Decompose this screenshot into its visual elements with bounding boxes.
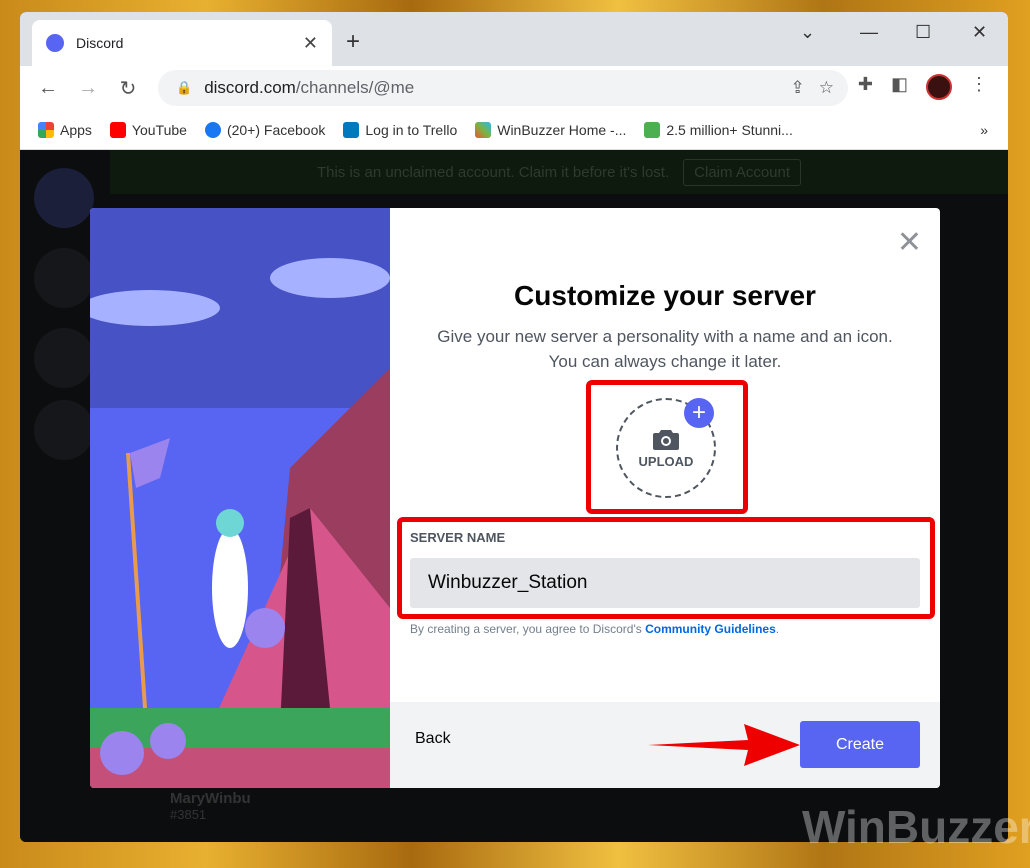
minimize-icon[interactable]: — — [860, 22, 878, 43]
add-icon[interactable]: + — [684, 398, 714, 428]
address-bar: ← → ↻ 🔒 discord.com/channels/@me ⇪ ☆ ✚ ◧ ⋮ — [20, 66, 1008, 110]
user-panel: MaryWinbu #3851 — [170, 790, 251, 822]
url-domain: discord.com — [204, 78, 296, 97]
pexels-icon — [644, 121, 661, 138]
new-tab-icon[interactable]: + — [346, 28, 360, 56]
tab-title: Discord — [76, 35, 124, 51]
upload-label: UPLOAD — [638, 453, 694, 469]
star-icon[interactable]: ☆ — [819, 78, 834, 98]
banner-text: This is an unclaimed account. Claim it b… — [316, 163, 670, 181]
download-icon[interactable] — [34, 400, 94, 460]
claim-account-button[interactable]: Claim Account — [683, 158, 802, 186]
url-input[interactable]: 🔒 discord.com/channels/@me ⇪ ☆ — [158, 70, 848, 106]
share-icon[interactable]: ⇪ — [791, 78, 805, 98]
customize-server-modal: ✕ Customize your server Give your new se… — [90, 208, 940, 788]
discord-home-icon[interactable] — [34, 168, 94, 228]
close-modal-icon[interactable]: ✕ — [897, 228, 922, 258]
bookmark-facebook[interactable]: (20+) Facebook — [204, 121, 325, 138]
winbuzzer-icon — [475, 121, 492, 138]
bookmark-apps[interactable]: Apps — [38, 121, 92, 138]
camera-icon — [653, 429, 679, 450]
back-button[interactable]: Back — [415, 730, 451, 748]
profile-avatar[interactable] — [926, 74, 952, 100]
server-illustration — [90, 208, 390, 788]
create-button[interactable]: Create — [800, 721, 920, 768]
menu-icon[interactable]: ⋮ — [970, 74, 988, 100]
bookmark-pexels[interactable]: 2.5 million+ Stunni... — [644, 121, 793, 138]
url-path: /channels/@me — [295, 78, 415, 97]
maximize-icon[interactable]: ☐ — [915, 22, 931, 43]
reload-icon[interactable]: ↻ — [108, 76, 148, 101]
terms-text: By creating a server, you agree to Disco… — [410, 622, 780, 636]
bookmark-youtube[interactable]: YouTube — [109, 121, 187, 138]
community-guidelines-link[interactable]: Community Guidelines — [645, 622, 776, 636]
bookmarks-bar: Apps YouTube (20+) Facebook Log in to Tr… — [20, 110, 1008, 150]
close-tab-icon[interactable]: ✕ — [303, 33, 318, 54]
explore-icon[interactable] — [34, 328, 94, 388]
tab-discord[interactable]: Discord ✕ — [32, 20, 332, 66]
modal-subtitle: Give your new server a personality with … — [437, 327, 893, 371]
modal-title: Customize your server — [514, 280, 816, 311]
winbuzzer-watermark: WinBuzzer — [802, 801, 1030, 853]
discord-favicon-icon — [46, 34, 64, 52]
extensions-icon[interactable]: ✚ — [858, 74, 873, 100]
bookmark-winbuzzer[interactable]: WinBuzzer Home -... — [475, 121, 626, 138]
more-bookmarks-button[interactable]: » — [980, 122, 988, 138]
side-panel-icon[interactable]: ◧ — [891, 74, 908, 100]
youtube-icon — [109, 121, 126, 138]
trello-icon — [343, 121, 360, 138]
red-arrow-annotation — [648, 724, 800, 766]
modal-content: ✕ Customize your server Give your new se… — [390, 208, 940, 788]
server-name-label: SERVER NAME — [410, 530, 506, 545]
facebook-icon — [204, 121, 221, 138]
add-server-icon[interactable] — [34, 248, 94, 308]
lock-icon: 🔒 — [176, 80, 193, 95]
unclaimed-banner: This is an unclaimed account. Claim it b… — [110, 150, 1008, 194]
apps-grid-icon — [38, 121, 54, 138]
bookmark-trello[interactable]: Log in to Trello — [343, 121, 457, 138]
forward-icon[interactable]: → — [68, 77, 108, 100]
tab-bar: Discord ✕ + ⌄ — ☐ ✕ — [20, 12, 1008, 66]
close-window-icon[interactable]: ✕ — [972, 22, 987, 43]
server-name-input[interactable] — [410, 558, 920, 608]
back-icon[interactable]: ← — [28, 77, 68, 100]
tab-search-icon[interactable]: ⌄ — [800, 22, 815, 43]
